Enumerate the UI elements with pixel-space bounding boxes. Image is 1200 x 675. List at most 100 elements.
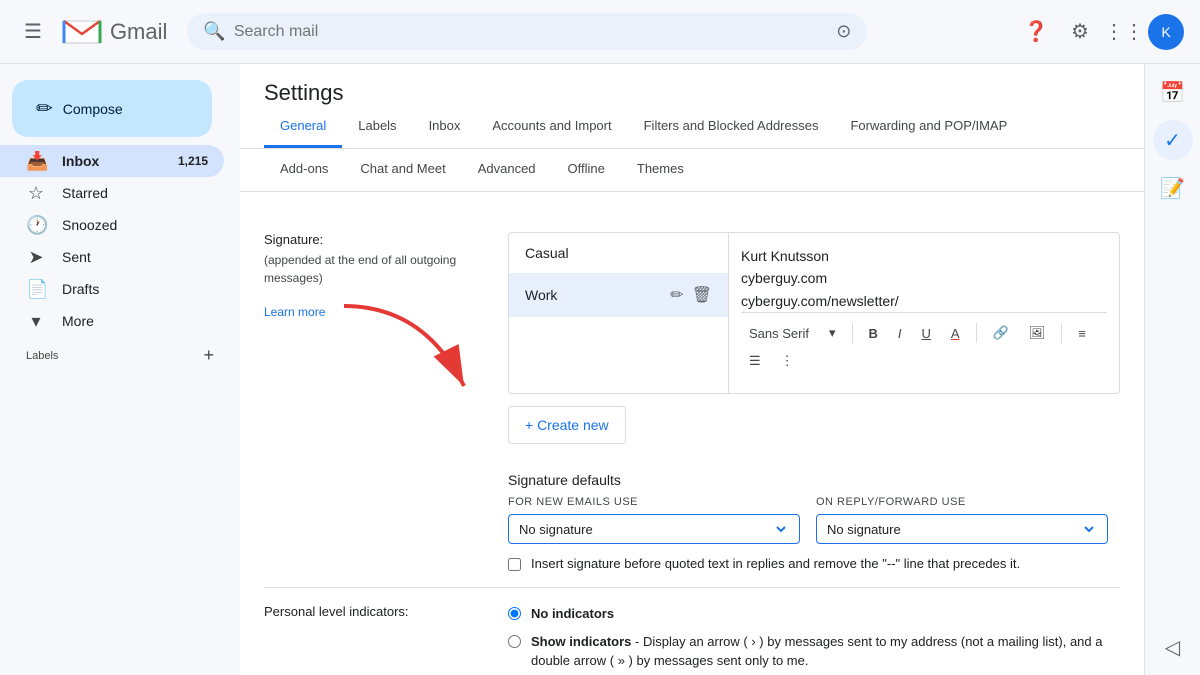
compose-label: Compose xyxy=(63,101,123,117)
show-indicators-label: Show indicators - Display an arrow ( › )… xyxy=(531,632,1120,671)
gmail-logo: Gmail xyxy=(62,17,167,47)
image-btn[interactable]: 🖼 xyxy=(1021,321,1054,345)
tab-filters[interactable]: Filters and Blocked Addresses xyxy=(628,106,835,148)
sig-line-1: Kurt Knutsson xyxy=(741,245,1107,267)
toolbar-separator-3 xyxy=(1061,323,1062,343)
tab-themes[interactable]: Themes xyxy=(621,149,700,191)
sidebar: ✏ Compose 📥 Inbox 1,215 ☆ Starred 🕐 Snoo… xyxy=(0,64,240,675)
help-icon[interactable]: ❓ xyxy=(1016,12,1056,52)
create-new-label: + Create new xyxy=(525,417,609,433)
signature-list: Casual Work ✏ 🗑 xyxy=(509,233,729,393)
no-indicators-label: No indicators xyxy=(531,604,1120,624)
delete-signature-icon[interactable]: 🗑 xyxy=(692,285,712,305)
sidebar-item-snoozed[interactable]: 🕐 Snoozed xyxy=(0,209,224,241)
signature-item-actions: ✏ 🗑 xyxy=(670,285,712,305)
sidebar-item-label: Starred xyxy=(62,185,108,201)
tab-advanced[interactable]: Advanced xyxy=(462,149,552,191)
personal-indicators-section: Personal level indicators: No indicators xyxy=(264,588,1120,675)
signature-editor-content[interactable]: Kurt Knutsson cyberguy.com cyberguy.com/… xyxy=(741,245,1107,312)
apps-icon[interactable]: ⋮⋮ xyxy=(1104,12,1144,52)
learn-more-link[interactable]: Learn more xyxy=(264,305,325,319)
inbox-icon: 📥 xyxy=(26,151,46,172)
sidebar-item-label: Drafts xyxy=(62,281,99,297)
tab-chat[interactable]: Chat and Meet xyxy=(344,149,461,191)
text-color-btn[interactable]: A xyxy=(943,322,968,345)
signature-label: Signature: xyxy=(264,232,484,251)
top-icons: ❓ ⚙ ⋮⋮ K xyxy=(1016,12,1184,52)
personal-indicators-label-area: Personal level indicators: xyxy=(264,604,484,623)
meet-icon[interactable]: 📅 xyxy=(1153,72,1193,112)
signature-list-editor: Casual Work ✏ 🗑 xyxy=(508,232,1120,394)
list-btn[interactable]: ☰ xyxy=(741,349,769,373)
no-indicators-radio[interactable] xyxy=(508,607,521,620)
avatar[interactable]: K xyxy=(1148,14,1184,50)
sent-icon: ➤ xyxy=(26,247,46,268)
signature-editor: Kurt Knutsson cyberguy.com cyberguy.com/… xyxy=(729,233,1119,393)
tab-addons[interactable]: Add-ons xyxy=(264,149,344,191)
personal-indicators-options: No indicators Show indicators - Display … xyxy=(508,604,1120,671)
sidebar-item-drafts[interactable]: 📄 Drafts xyxy=(0,273,224,305)
add-label-icon[interactable]: + xyxy=(203,345,214,366)
search-icon: 🔍 xyxy=(203,21,225,42)
sidebar-item-inbox[interactable]: 📥 Inbox 1,215 xyxy=(0,145,224,177)
show-indicators-radio[interactable] xyxy=(508,635,521,648)
sig-defaults-new-label: FOR NEW EMAILS USE xyxy=(508,496,800,508)
settings-tabs-row2: Add-ons Chat and Meet Advanced Offline T… xyxy=(240,149,1144,192)
sidebar-item-more[interactable]: ▾ More xyxy=(0,305,224,337)
signature-name-work: Work xyxy=(525,287,557,303)
show-indicators-option: Show indicators - Display an arrow ( › )… xyxy=(508,632,1120,671)
bold-btn[interactable]: B xyxy=(861,322,886,345)
settings-body: Signature: (appended at the end of all o… xyxy=(240,192,1144,675)
no-indicators-option: No indicators xyxy=(508,604,1120,624)
tab-labels[interactable]: Labels xyxy=(342,106,412,148)
more-format-btn[interactable]: ⋮ xyxy=(773,349,802,373)
search-input[interactable] xyxy=(234,23,828,41)
signature-label-area: Signature: (appended at the end of all o… xyxy=(264,232,484,319)
sig-defaults-grid: FOR NEW EMAILS USE No signature ON REPLY… xyxy=(508,496,1108,544)
compose-button[interactable]: ✏ Compose xyxy=(12,80,212,137)
tab-accounts[interactable]: Accounts and Import xyxy=(476,106,627,148)
settings-icon[interactable]: ⚙ xyxy=(1060,12,1100,52)
signature-item-work[interactable]: Work ✏ 🗑 xyxy=(509,273,728,317)
create-new-button[interactable]: + Create new xyxy=(508,406,626,444)
hamburger-icon[interactable]: ☰ xyxy=(16,11,50,52)
toolbar-separator-1 xyxy=(852,323,853,343)
tab-general[interactable]: General xyxy=(264,106,342,148)
search-options-icon[interactable]: ⊙ xyxy=(836,21,851,42)
italic-btn[interactable]: I xyxy=(890,322,910,345)
search-bar: 🔍 ⊙ xyxy=(187,13,867,50)
signature-defaults: Signature defaults FOR NEW EMAILS USE No… xyxy=(508,472,1120,571)
align-btn[interactable]: ≡ xyxy=(1070,322,1094,345)
underline-btn[interactable]: U xyxy=(914,322,939,345)
font-size-btn[interactable]: ▾ xyxy=(821,321,844,345)
sig-select-new-value: No signature xyxy=(519,522,593,537)
sig-line-2: cyberguy.com xyxy=(741,267,1107,289)
sig-defaults-reply-col: ON REPLY/FORWARD USE No signature xyxy=(816,496,1108,544)
sig-select-reply[interactable]: No signature xyxy=(816,514,1108,544)
tasks-icon[interactable]: ✓ xyxy=(1153,120,1193,160)
gmail-text: Gmail xyxy=(110,19,167,45)
signature-panel: Casual Work ✏ 🗑 xyxy=(508,232,1120,571)
sig-line-3: cyberguy.com/newsletter/ xyxy=(741,290,1107,312)
sig-insert-checkbox[interactable] xyxy=(508,558,521,571)
sig-insert-label: Insert signature before quoted text in r… xyxy=(531,556,1020,571)
link-btn[interactable]: 🔗 xyxy=(985,321,1017,345)
sidebar-item-starred[interactable]: ☆ Starred xyxy=(0,177,224,209)
signature-toolbar: Sans Serif ▾ B I U A 🔗 🖼 xyxy=(741,312,1107,381)
sig-select-new[interactable]: No signature xyxy=(508,514,800,544)
labels-section: Labels + xyxy=(0,337,240,370)
tab-inbox[interactable]: Inbox xyxy=(413,106,477,148)
sidebar-item-label: Snoozed xyxy=(62,217,117,233)
tab-forwarding[interactable]: Forwarding and POP/IMAP xyxy=(834,106,1023,148)
drafts-icon: 📄 xyxy=(26,279,46,300)
edit-signature-icon[interactable]: ✏ xyxy=(670,285,683,305)
expand-panel-icon[interactable]: ◁ xyxy=(1153,627,1193,667)
font-family-btn[interactable]: Sans Serif xyxy=(741,322,817,345)
tab-offline[interactable]: Offline xyxy=(552,149,621,191)
signature-item-casual[interactable]: Casual xyxy=(509,233,728,273)
labels-heading: Labels xyxy=(26,350,58,362)
sig-select-reply-value: No signature xyxy=(827,522,901,537)
keep-icon[interactable]: 📝 xyxy=(1153,168,1193,208)
sig-defaults-title: Signature defaults xyxy=(508,472,1120,488)
sidebar-item-sent[interactable]: ➤ Sent xyxy=(0,241,224,273)
